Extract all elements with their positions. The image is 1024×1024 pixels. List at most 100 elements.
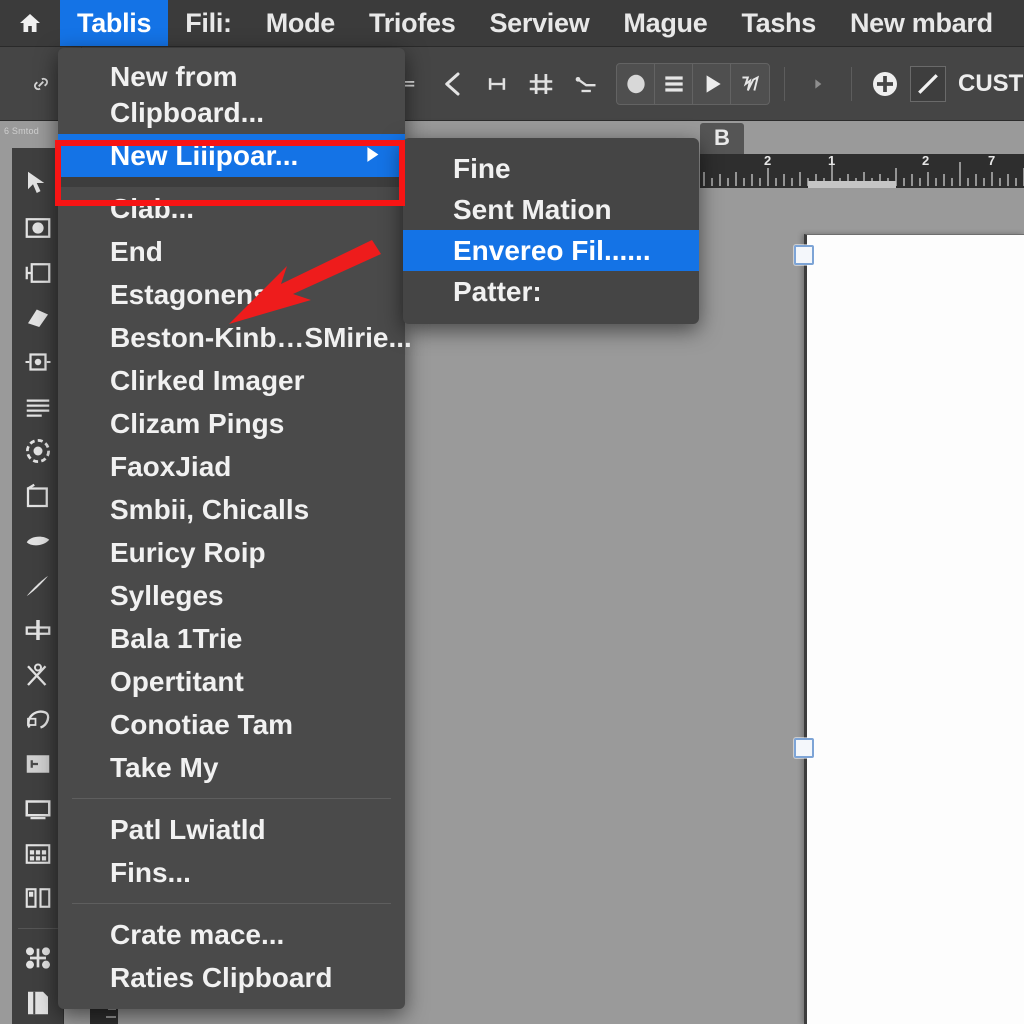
menu-option-crate-mace[interactable]: Crate mace... [58, 913, 405, 956]
artboard-page-icon [27, 991, 48, 1014]
width-tool[interactable] [15, 609, 61, 652]
menu-item-tablis[interactable]: Tablis [60, 0, 169, 46]
caret-right-icon [815, 79, 822, 89]
slice-tool[interactable] [15, 743, 61, 786]
submenu-option-envereo-fil[interactable]: Envereo Fil...... [403, 230, 699, 271]
submenu-arrow-icon [361, 137, 383, 174]
menu-separator [72, 903, 391, 904]
symbols-panel-tool[interactable] [15, 832, 61, 875]
transform-tool[interactable] [15, 341, 61, 384]
shape-builder-icon [25, 218, 50, 238]
shape-builder-tool[interactable] [15, 207, 61, 250]
menu-item-triofes[interactable]: Triofes [352, 0, 472, 46]
expand-caret-button[interactable] [799, 64, 837, 104]
menu-item-serview[interactable]: Serview [472, 0, 606, 46]
selection-handle-top[interactable] [794, 245, 814, 265]
distribute-vertical-button[interactable] [522, 64, 560, 104]
document-tab[interactable]: B [700, 123, 744, 154]
blob-brush-icon [26, 536, 49, 546]
artboard-page[interactable] [804, 234, 1024, 1024]
artboard-tool[interactable] [15, 251, 61, 294]
chevron-left-icon [445, 72, 460, 96]
menu-option-clab[interactable]: Clab... [58, 187, 405, 230]
menu-option-clirked-imager[interactable]: Clirked Imager [58, 359, 405, 402]
path-join-button[interactable] [566, 64, 604, 104]
artboard-page-tool[interactable] [15, 981, 61, 1024]
rotate-tool[interactable] [15, 430, 61, 473]
rectangle-tool[interactable] [15, 475, 61, 518]
menu-option-conotiae-tam[interactable]: Conotiae Tam [58, 703, 405, 746]
play-button[interactable] [693, 64, 731, 104]
menu-option-fins[interactable]: Fins... [58, 851, 405, 894]
menu-option-smbii-chicalls[interactable]: Smbii, Chicalls [58, 488, 405, 531]
list-lines-button[interactable] [655, 64, 693, 104]
submenu-option-label: Patter: [453, 276, 542, 307]
menu-option-label: Clizam Pings [110, 408, 285, 439]
menu-option-label: End [110, 236, 163, 267]
selection-handle-bottom[interactable] [794, 738, 814, 758]
menu-item-fili[interactable]: Fili: [168, 0, 249, 46]
previous-button[interactable] [434, 64, 472, 104]
eraser-icon [27, 309, 48, 328]
distribute-h-icon [488, 78, 506, 90]
horizontal-ruler[interactable]: 2 1 2 7 [700, 154, 1024, 188]
menu-item-label: Mode [265, 7, 336, 38]
menu-option-raties-clipboard[interactable]: Raties Clipboard [58, 956, 405, 999]
menu-option-label-line2: Clipboard... [110, 97, 264, 128]
add-button[interactable] [866, 64, 904, 104]
menu-option-label: Crate mace... [110, 919, 285, 950]
menu-item-label: Serview [489, 7, 590, 38]
pattern-button[interactable] [731, 64, 769, 104]
menu-item-new-mbard[interactable]: New mbard [833, 0, 1010, 46]
menu-option-bala-1trie[interactable]: Bala 1Trie [58, 617, 405, 660]
warp-tool[interactable] [15, 698, 61, 741]
submenu-option-sent-mation[interactable]: Sent Mation [403, 189, 699, 230]
submenu-option-label: Sent Mation [453, 194, 612, 225]
ruler-tick-label: 2 [922, 154, 930, 168]
screen-mode-tool[interactable] [15, 788, 61, 831]
distribute-horizontal-button[interactable] [478, 64, 516, 104]
menu-option-opertitant[interactable]: Opertitant [58, 660, 405, 703]
align-lines-tool[interactable] [15, 385, 61, 428]
ellipse-fill-button[interactable] [617, 64, 655, 104]
scissors-tool[interactable] [15, 654, 61, 697]
artboard-icon [25, 262, 50, 283]
menu-option-take-my[interactable]: Take My [58, 746, 405, 789]
menu-separator [72, 798, 391, 799]
menu-item-label: Mague [623, 7, 708, 38]
stroke-swatch-button[interactable] [910, 66, 946, 102]
menu-option-label: New Liiipoar... [110, 140, 299, 171]
menu-item-tashs[interactable]: Tashs [724, 0, 833, 46]
menu-option-label: Clab... [110, 193, 195, 224]
pattern-icon [742, 75, 760, 91]
canvas-area[interactable] [700, 188, 1024, 1024]
menu-option-new-liiipoar[interactable]: New Liiipoar... [58, 134, 405, 177]
menu-item-mague[interactable]: Mague [606, 0, 724, 46]
transform-icon [25, 353, 50, 371]
columns-panel-tool[interactable] [15, 877, 61, 920]
eraser-tool[interactable] [15, 296, 61, 339]
play-icon [706, 75, 721, 93]
menu-option-faoxjiad[interactable]: FaoxJiad [58, 445, 405, 488]
submenu-option-label: Envereo Fil...... [453, 235, 651, 266]
selection-arrow-tool[interactable] [15, 162, 61, 205]
menu-item-mode[interactable]: Mode [249, 0, 352, 46]
menu-option-label: New from [110, 61, 238, 92]
menu-option-patl-lwiatld[interactable]: Patl Lwiatld [58, 808, 405, 851]
submenu-option-fine[interactable]: Fine [403, 148, 699, 189]
color-group-tool[interactable] [15, 937, 61, 980]
menu-option-new-from-clipboard[interactable]: New from Clipboard... [58, 56, 405, 134]
rectangle-icon [26, 483, 48, 508]
paintbrush-icon [26, 575, 48, 596]
ellipse-fill-icon [626, 74, 645, 94]
menu-option-sylleges[interactable]: Sylleges [58, 574, 405, 617]
submenu-option-patter[interactable]: Patter: [403, 271, 699, 312]
home-button[interactable] [0, 0, 60, 46]
menu-option-clizam-pings[interactable]: Clizam Pings [58, 402, 405, 445]
new-liiipoar-submenu: Fine Sent Mation Envereo Fil...... Patte… [403, 138, 699, 324]
blob-brush-tool[interactable] [15, 520, 61, 563]
width-icon [25, 620, 50, 641]
menu-option-euricy-roip[interactable]: Euricy Roip [58, 531, 405, 574]
paintbrush-tool[interactable] [15, 564, 61, 607]
menu-item-label: Fili: [185, 7, 232, 38]
